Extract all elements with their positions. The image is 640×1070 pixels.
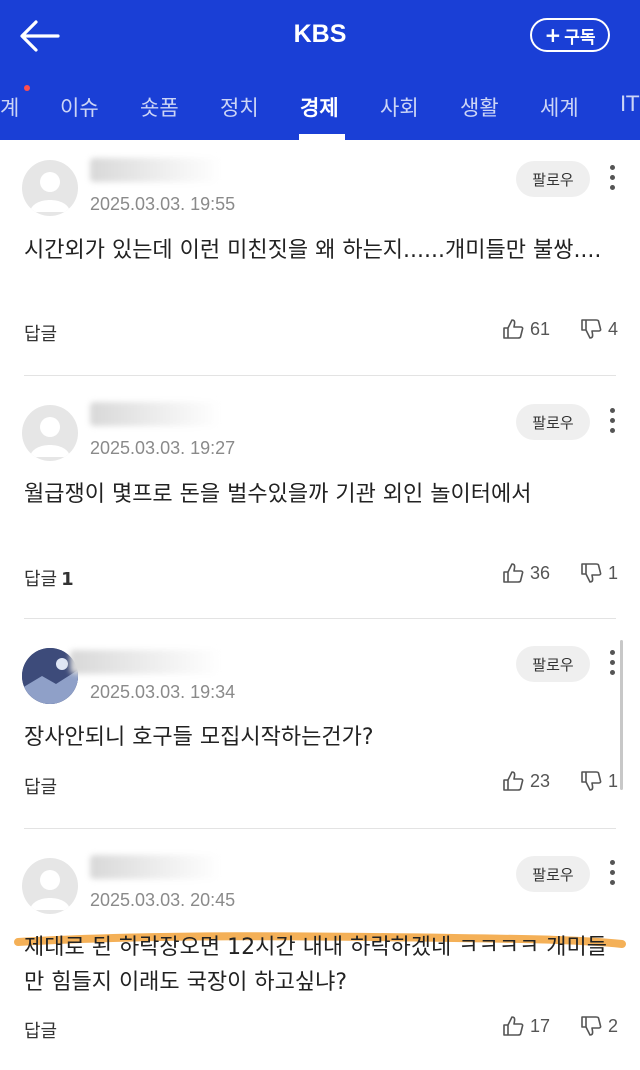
reply-label: 답글 [24,1021,58,1042]
reply-count: 1 [61,569,74,590]
comment-text: 장사안되니 호구들 모집시작하는건가? [24,725,374,750]
like-button[interactable]: 36 [502,562,550,584]
dislike-count: 1 [608,562,619,583]
default-avatar-icon [30,870,70,910]
username-blurred [90,158,220,182]
tab-category[interactable]: IT [620,92,639,116]
comment-date: 2025.03.03. 19:55 [90,194,236,214]
tab-category[interactable]: 이슈 [60,92,99,122]
reply-label: 답글 [24,324,58,345]
subscribe-button[interactable]: + 구독 [530,18,610,52]
thumbs-down-icon [581,1016,602,1036]
tab-category[interactable]: 숏폼 [140,92,179,122]
reply-button[interactable]: 답글 1 [24,565,74,591]
username-blurred [70,650,220,674]
thumbs-up-icon [503,563,524,583]
reply-button[interactable]: 답글 [24,1017,61,1043]
avatar[interactable] [22,160,78,216]
dislike-count: 4 [608,318,619,339]
follow-button[interactable]: 팔로우 [516,404,590,440]
divider [24,618,616,619]
thumbs-down-icon [581,771,602,791]
subscribe-label: 구독 [564,27,596,48]
thumbs-up-icon [503,771,524,791]
scrollbar[interactable] [620,640,623,790]
comment-date: 2025.03.03. 20:45 [90,890,236,910]
reply-label: 답글 [24,569,58,590]
follow-button[interactable]: 팔로우 [516,646,590,682]
active-tab-indicator [299,134,345,140]
default-avatar-icon [30,417,70,457]
like-count: 36 [530,562,551,583]
comment-text: 시간외가 있는데 이런 미친짓을 왜 하는지......개미들만 불쌍.... [24,238,602,263]
dislike-button[interactable]: 1 [580,562,618,584]
thumbs-down-icon [581,319,602,339]
dislike-button[interactable]: 2 [580,1015,618,1037]
tab-category-active[interactable]: 경제 [300,92,339,122]
username-blurred [90,855,220,879]
thumbs-up-icon [503,1016,524,1036]
reply-label: 답글 [24,777,58,798]
like-button[interactable]: 23 [502,770,550,792]
comment-date: 2025.03.03. 19:27 [90,438,236,458]
default-avatar-icon [30,172,70,212]
dislike-count: 2 [608,1015,619,1036]
more-options-icon[interactable] [602,858,622,888]
avatar[interactable] [22,858,78,914]
like-count: 17 [530,1015,551,1036]
comment-text: 월급쟁이 몇프로 돈을 벌수있을까 기관 외인 놀이터에서 [24,482,532,507]
dislike-button[interactable]: 4 [580,318,618,340]
thumbs-down-icon [581,563,602,583]
divider [24,375,616,376]
dislike-count: 1 [608,770,619,791]
plus-icon: + [544,23,562,47]
follow-button[interactable]: 팔로우 [516,856,590,892]
dislike-button[interactable]: 1 [580,770,618,792]
more-options-icon[interactable] [602,406,622,436]
tab-category[interactable]: 정치 [220,92,259,122]
avatar[interactable] [22,405,78,461]
comment-text: 제대로 된 하락장오면 12시간 내내 하락하겠네 ㅋㅋㅋㅋ 개미들만 힘들지 … [24,935,607,995]
comment-date: 2025.03.03. 19:34 [90,682,236,702]
more-options-icon[interactable] [602,163,622,193]
reply-button[interactable]: 답글 [24,773,61,799]
follow-button[interactable]: 팔로우 [516,161,590,197]
divider [24,828,616,829]
tab-category[interactable]: 생활 [460,92,499,122]
like-count: 23 [530,770,551,791]
tab-category[interactable]: 사회 [380,92,419,122]
thumbs-up-icon [503,319,524,339]
tab-category[interactable]: 계 [0,92,19,122]
tab-category[interactable]: 세계 [540,92,579,122]
category-tabs: 계 이슈 숏폼 정치 경제 사회 생활 세계 IT [0,72,640,140]
more-options-icon[interactable] [602,648,622,678]
username-blurred [90,402,220,426]
like-count: 61 [530,318,551,339]
app-header: KBS + 구독 [0,0,640,72]
like-button[interactable]: 61 [502,318,550,340]
like-button[interactable]: 17 [502,1015,550,1037]
new-indicator-dot [24,85,30,91]
reply-button[interactable]: 답글 [24,320,61,346]
